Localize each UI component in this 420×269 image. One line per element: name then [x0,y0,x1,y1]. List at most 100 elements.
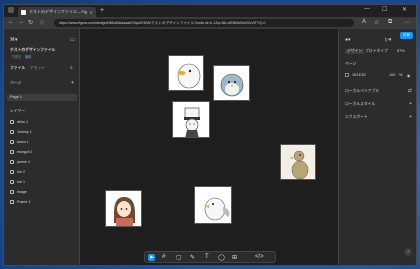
address-bar-row: ← → ↻ ⓘ https://www.figma.com/design/hBD… [4,17,416,29]
reload-icon[interactable]: ↻ [28,19,33,26]
add-style-icon[interactable]: + [409,101,412,107]
dev-mode-icon[interactable]: </> [255,254,264,260]
background-opacity-unit: % [399,73,403,77]
read-aloud-icon[interactable]: A [362,19,366,25]
image-johnny[interactable] [105,190,142,227]
layer-item[interactable]: kamo 1 [10,140,29,144]
file-name[interactable]: テストのデザインファイル [10,48,55,53]
image-tori[interactable] [194,186,232,224]
background-hex[interactable]: 1E1E1E [352,73,366,77]
bottom-toolbar: ➤ # ▢ ✎ T ◯ ⊞ </> [144,251,276,263]
comment-tool-icon[interactable]: ◯ [218,254,225,261]
shape-tool-icon[interactable]: ▢ [176,254,182,261]
more-menu-icon[interactable]: ⋯ [404,19,410,26]
zoom-level[interactable]: 57% [397,49,405,53]
design-canvas[interactable]: ➤ # ▢ ✎ T ◯ ⊞ </> [80,29,338,265]
layer-label: tori 1 [17,180,25,184]
layer-label: kamo 1 [17,140,29,144]
image-ahiru[interactable] [168,55,204,91]
image-layer-icon [10,190,14,194]
layer-label: Frame 1 [17,200,31,204]
image-layer-icon [10,130,14,134]
tab-figma-file[interactable]: テストのデザインファイル – Figma ✕ [18,7,96,17]
image-layer-icon [10,140,14,144]
local-styles-label: ローカルスタイル [345,102,376,106]
local-variables-icon[interactable]: ⇄ [408,88,412,94]
layer-item[interactable]: penne 1 [10,160,30,164]
right-panel: ●▾ ▷▾ 共有 デザイン プロトタイプ 57% ページ 1E1E1E 100 … [338,29,416,265]
draft-tag: 下書き [11,55,22,59]
minimize-button[interactable]: — [364,6,370,12]
layer-item[interactable]: Frame 1 [10,200,30,204]
browser-window: テストのデザインファイル – Figma ✕ + — ☐ ✕ ← → ↻ ⓘ h… [3,4,417,266]
pen-tool-icon[interactable]: ✎ [190,254,195,261]
frame-tool-icon[interactable]: # [162,254,165,260]
actions-tool-icon[interactable]: ⊞ [232,254,237,261]
layer-item[interactable]: tori 2 [10,170,25,174]
collections-icon[interactable]: ⧉ [388,19,392,26]
background-color-swatch[interactable] [345,73,349,77]
layer-label: tori 2 [17,170,25,174]
present-icon[interactable]: ▷▾ [385,37,391,43]
frame-layer-icon [10,200,14,204]
image-layer-icon [10,160,14,164]
toggle-sidebar-icon[interactable]: ▭ [70,37,75,43]
image-mongoli[interactable] [172,101,210,138]
image-layer-icon [10,180,14,184]
image-layer-icon [10,120,14,124]
url-field[interactable]: https://www.figma.com/design/hBDaN6aaaab… [54,19,354,27]
figma-editor: ⌘▾ ▭ テストのデザインファイル 下書き 無料 ファイル アセット ⌕ ページ… [4,29,416,265]
layer-item[interactable]: mongoli 1 [10,150,33,154]
tab-files[interactable]: ファイル [10,66,25,71]
plan-tag: 無料 [25,55,32,59]
favorite-star-icon[interactable]: ☆ [374,19,379,26]
back-icon[interactable]: ← [8,19,14,25]
move-tool-icon[interactable]: ➤ [148,254,156,261]
forward-icon[interactable]: → [18,19,24,25]
image-layer-icon [10,150,14,154]
layer-item[interactable]: image [10,190,27,194]
layer-item[interactable]: tori 1 [10,180,25,184]
text-tool-icon[interactable]: T [205,254,209,260]
background-opacity[interactable]: 100 [389,73,395,77]
seagull-illustration-icon [204,197,230,221]
layer-label: penne 1 [17,160,30,164]
browser-menu-icon[interactable] [8,7,14,13]
add-export-icon[interactable]: + [409,114,412,120]
tab-prototype[interactable]: プロトタイプ [365,49,388,54]
penguin-illustration-icon [220,73,244,97]
tab-bar: テストのデザインファイル – Figma ✕ + — ☐ ✕ [4,5,416,17]
eye-icon[interactable]: ◉ [407,73,410,78]
file-tags: 下書き 無料 [10,54,33,59]
close-tab-icon[interactable]: ✕ [90,10,93,15]
maximize-button[interactable]: ☐ [382,6,387,13]
layer-label: ahiru 1 [17,120,28,124]
add-page-icon[interactable]: + [71,80,74,86]
share-button[interactable]: 共有 [400,32,413,39]
image-layer-icon [10,170,14,174]
layer-item[interactable]: ahiru 1 [10,120,28,124]
image-kamo[interactable] [280,144,316,180]
help-button[interactable]: ? [404,248,412,256]
pages-header: ページ [10,81,22,85]
layer-label: mongoli 1 [17,150,33,154]
site-info-icon[interactable]: ⓘ [40,20,44,26]
girl-illustration-icon [114,197,135,226]
local-variables-label[interactable]: ローカルバリアブル [345,89,379,94]
layer-item[interactable]: Johnny 1 [10,130,32,134]
layers-header: レイヤー [10,109,26,113]
close-window-button[interactable]: ✕ [402,6,407,13]
tab-assets[interactable]: アセット [30,66,45,71]
figma-menu-icon[interactable]: ⌘▾ [10,37,18,43]
search-icon[interactable]: ⌕ [70,65,73,71]
bird-illustration-icon [281,145,315,179]
page-section-header: ページ [345,62,357,66]
figma-favicon-icon [21,9,26,15]
character-illustration-icon [184,107,200,137]
layer-label: image [17,190,27,194]
tab-design[interactable]: デザイン [345,49,365,54]
new-tab-button[interactable]: + [100,7,104,14]
left-panel: ⌘▾ ▭ テストのデザインファイル 下書き 無料 ファイル アセット ⌕ ページ… [4,29,80,265]
avatar-icon[interactable]: ●▾ [345,37,351,43]
image-penne[interactable] [213,65,250,101]
